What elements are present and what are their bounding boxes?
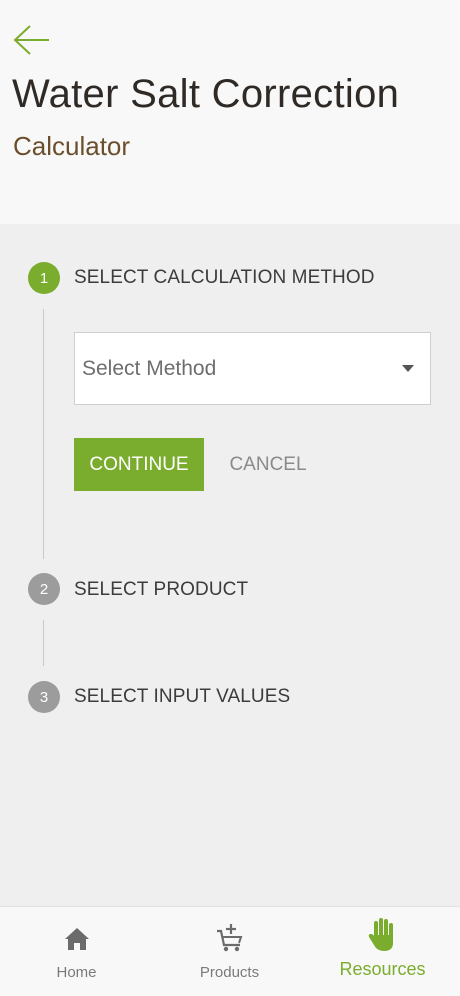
method-select[interactable]: Select Method [74, 332, 431, 405]
page-title: Water Salt Correction [12, 72, 400, 116]
nav-label-products: Products [199, 964, 260, 981]
step-2-number: 2 [28, 573, 60, 605]
bottom-nav: Home Products Resources [0, 906, 460, 996]
nav-item-home[interactable]: Home [0, 907, 153, 996]
home-icon [64, 928, 89, 950]
cart-add-icon [216, 924, 242, 952]
header: Water Salt Correction Calculator [0, 0, 460, 224]
step-3-number: 3 [28, 681, 60, 713]
step-1-label[interactable]: SELECT CALCULATION METHOD [74, 267, 375, 289]
method-select-placeholder: Select Method [82, 357, 217, 380]
stepper: 1 SELECT CALCULATION METHOD Select Metho… [0, 224, 460, 906]
page-subtitle: Calculator [13, 131, 131, 161]
step-3-label[interactable]: SELECT INPUT VALUES [74, 686, 290, 708]
step-connector [43, 620, 44, 666]
step-connector [43, 309, 44, 559]
continue-button[interactable]: CONTINUE [74, 438, 204, 491]
step-2-label[interactable]: SELECT PRODUCT [74, 579, 248, 601]
app-screen: Water Salt Correction Calculator 1 SELEC… [0, 0, 460, 996]
nav-item-products[interactable]: Products [153, 907, 306, 996]
hand-icon [368, 918, 393, 951]
nav-label-resources: Resources [339, 959, 426, 979]
nav-item-resources[interactable]: Resources [306, 907, 459, 996]
nav-label-home: Home [56, 964, 97, 981]
step-1-number: 1 [28, 262, 60, 294]
back-button[interactable] [12, 22, 52, 58]
chevron-down-icon [402, 365, 414, 372]
cancel-button[interactable]: CANCEL [226, 438, 310, 491]
arrow-left-icon [13, 25, 49, 55]
